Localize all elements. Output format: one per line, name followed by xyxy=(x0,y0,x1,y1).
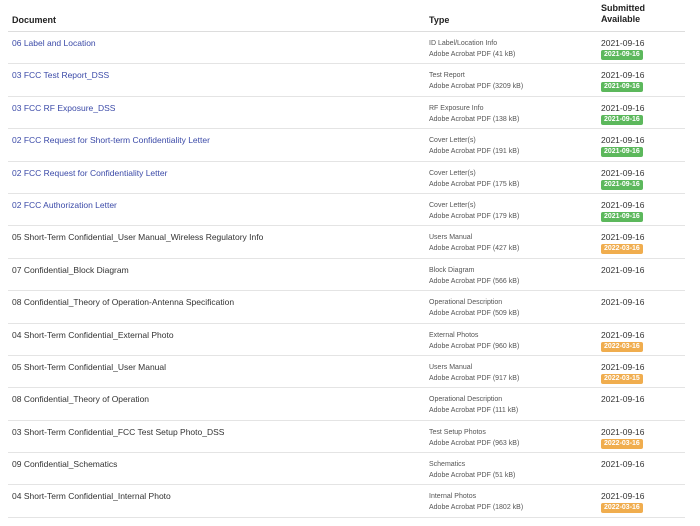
file-info: Adobe Acrobat PDF (566 kB) xyxy=(429,277,520,285)
table-row: 05 Short-Term Confidential_User Manual Us… xyxy=(8,356,685,389)
file-info: Adobe Acrobat PDF (917 kB) xyxy=(429,374,520,382)
document-name: 05 Short-Term Confidential_User Manual xyxy=(12,361,167,372)
document-type: Cover Letter(s) xyxy=(429,201,476,209)
document-type: RF Exposure Info xyxy=(429,104,484,112)
file-info: Adobe Acrobat PDF (509 kB) xyxy=(429,310,520,318)
document-name: 09 Confidential_Schematics xyxy=(12,459,118,470)
document-type: External Photos xyxy=(429,331,479,339)
table-row: 09 Confidential_Schematics Schematics Adob… xyxy=(8,453,685,486)
available-date-badge: 2021-09-16 xyxy=(601,211,643,222)
document-name: 04 Short-Term Confidential_External Phot… xyxy=(12,329,174,340)
table-row: 08 Confidential_Theory of Operation-Ante… xyxy=(8,291,685,324)
submitted-date: 2021-09-16 xyxy=(601,38,645,48)
document-link[interactable]: 02 FCC Request for Confidentiality Lette… xyxy=(12,168,167,179)
document-type: ID Label/Location Info xyxy=(429,40,498,47)
document-type: Users Manual xyxy=(429,234,473,242)
document-type: Cover Letter(s) xyxy=(429,169,476,177)
available-date-badge: 2021-09-16 xyxy=(601,50,643,60)
document-type: Users Manual xyxy=(429,363,473,371)
header-document: Document xyxy=(12,15,57,25)
documents-table: Document Type Submitted Available 06 Lab… xyxy=(8,0,685,518)
table-row: 02 FCC Authorization Letter Cover Letter(… xyxy=(8,194,685,227)
document-link[interactable]: 06 Label and Location xyxy=(12,38,96,49)
document-name: 08 Confidential_Theory of Operation xyxy=(12,394,150,405)
document-name: 07 Confidential_Block Diagram xyxy=(12,264,129,275)
available-date-badge: 2021-09-16 xyxy=(601,82,643,93)
submitted-date: 2021-09-16 xyxy=(601,394,645,405)
document-link[interactable]: 03 FCC Test Report_DSS xyxy=(12,70,109,81)
submitted-date: 2021-09-16 xyxy=(601,232,645,243)
submitted-date: 2021-09-16 xyxy=(601,426,645,437)
file-info: Adobe Acrobat PDF (427 kB) xyxy=(429,245,520,253)
table-row: 04 Short-Term Confidential_Internal Phot… xyxy=(8,485,685,518)
table-row: 08 Confidential_Theory of Operation Opera… xyxy=(8,388,685,421)
document-link[interactable]: 02 FCC Request for Short-term Confidenti… xyxy=(12,135,210,146)
table-row: 02 FCC Request for Short-term Confidenti… xyxy=(8,129,685,162)
file-info: Adobe Acrobat PDF (960 kB) xyxy=(429,342,520,350)
available-date-badge: 2021-09-16 xyxy=(601,179,643,190)
available-date-badge: 2022-03-16 xyxy=(601,503,643,514)
table-row: 03 FCC RF Exposure_DSS RF Exposure Info Ad… xyxy=(8,97,685,130)
submitted-date: 2021-09-16 xyxy=(601,329,645,340)
table-row: 05 Short-Term Confidential_User Manual_W… xyxy=(8,226,685,259)
document-type: Internal Photos xyxy=(429,493,477,501)
file-info: Adobe Acrobat PDF (191 kB) xyxy=(429,148,520,156)
file-info: Adobe Acrobat PDF (3209 kB) xyxy=(429,83,524,91)
file-info: Adobe Acrobat PDF (1802 kB) xyxy=(429,504,524,512)
available-date-badge: 2021-09-16 xyxy=(601,114,643,125)
submitted-date: 2021-09-16 xyxy=(601,167,645,178)
document-link[interactable]: 02 FCC Authorization Letter xyxy=(12,200,117,211)
document-link[interactable]: 03 FCC RF Exposure_DSS xyxy=(12,103,115,114)
submitted-date: 2021-09-16 xyxy=(601,361,645,372)
document-type: Test Setup Photos xyxy=(429,428,486,436)
header-type: Type xyxy=(429,15,450,25)
submitted-date: 2021-09-16 xyxy=(601,264,645,275)
table-row: 07 Confidential_Block Diagram Block Diagr… xyxy=(8,259,685,292)
file-info: Adobe Acrobat PDF (963 kB) xyxy=(429,439,520,447)
table-row: 03 Short-Term Confidential_FCC Test Setu… xyxy=(8,421,685,454)
table-row: 04 Short-Term Confidential_External Phot… xyxy=(8,324,685,356)
document-name: 04 Short-Term Confidential_Internal Phot… xyxy=(12,491,171,502)
document-type: Test Report xyxy=(429,72,465,80)
file-info: Adobe Acrobat PDF (111 kB) xyxy=(429,407,519,415)
document-type: Block Diagram xyxy=(429,266,475,274)
file-info: Adobe Acrobat PDF (51 kB) xyxy=(429,472,516,480)
submitted-date: 2021-09-16 xyxy=(601,70,645,81)
table-row: 02 FCC Request for Confidentiality Lette… xyxy=(8,162,685,194)
document-type: Schematics xyxy=(429,461,466,469)
available-date-badge: 2022-03-16 xyxy=(601,244,643,255)
file-info: Adobe Acrobat PDF (179 kB) xyxy=(429,212,520,220)
table-row: 03 FCC Test Report_DSS Test Report Adobe A… xyxy=(8,64,685,97)
available-date-badge: 2022-03-16 xyxy=(601,341,643,352)
available-date-badge: 2021-09-16 xyxy=(601,147,643,158)
header-available: Available xyxy=(601,14,641,24)
available-date-badge: 2022-03-15 xyxy=(601,373,643,384)
submitted-date: 2021-09-16 xyxy=(601,297,645,308)
submitted-date: 2021-09-16 xyxy=(601,199,645,210)
document-type: Operational Description xyxy=(429,299,503,307)
table-body: 06 Label and Location ID Label/Location I… xyxy=(8,32,685,518)
file-info: Adobe Acrobat PDF (41 kB) xyxy=(429,51,516,58)
header-submitted: Submitted xyxy=(601,3,645,13)
submitted-date: 2021-09-16 xyxy=(601,102,645,113)
document-name: 03 Short-Term Confidential_FCC Test Setu… xyxy=(12,426,225,437)
submitted-date: 2021-09-16 xyxy=(601,459,645,470)
submitted-date: 2021-09-16 xyxy=(601,491,645,502)
table-header: Document Type Submitted Available xyxy=(8,0,685,32)
available-date-badge: 2022-03-16 xyxy=(601,438,643,449)
document-name: 08 Confidential_Theory of Operation-Ante… xyxy=(12,297,235,308)
document-type: Operational Description xyxy=(429,396,503,404)
file-info: Adobe Acrobat PDF (175 kB) xyxy=(429,180,520,188)
document-name: 05 Short-Term Confidential_User Manual_W… xyxy=(12,232,264,243)
table-row: 06 Label and Location ID Label/Location I… xyxy=(8,32,685,65)
document-type: Cover Letter(s) xyxy=(429,137,476,145)
file-info: Adobe Acrobat PDF (138 kB) xyxy=(429,115,520,123)
submitted-date: 2021-09-16 xyxy=(601,135,645,146)
